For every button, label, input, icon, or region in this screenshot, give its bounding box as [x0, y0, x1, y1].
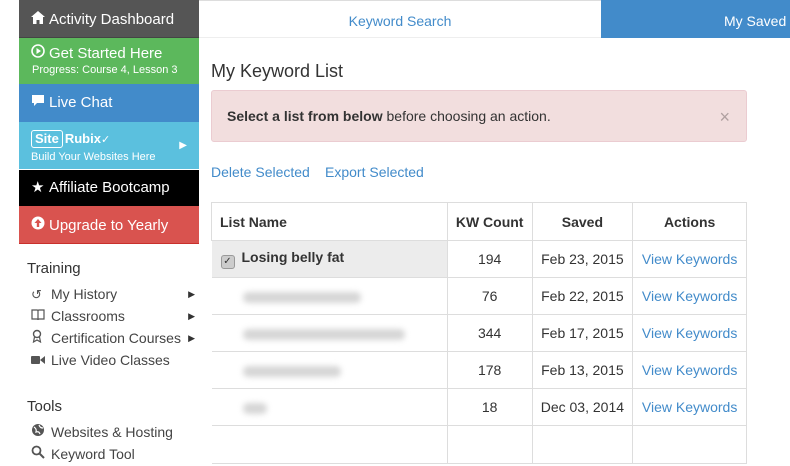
table-row[interactable]: 76 Feb 22, 2015 View Keywords — [211, 277, 747, 315]
caret-right-icon: ▶ — [188, 311, 195, 321]
kw-count-cell: 178 — [446, 351, 533, 389]
keyword-list-table: List Name KW Count Saved Actions ✓ Losing… — [211, 202, 747, 464]
get-started-button[interactable]: Get Started Here Progress: Course 4, Les… — [19, 38, 199, 84]
sidebar-item-certification-courses[interactable]: Certification Courses ▶ — [31, 328, 199, 348]
column-header-actions: Actions — [632, 202, 747, 241]
kw-count-cell: 76 — [446, 277, 533, 315]
obscured-text — [242, 402, 267, 414]
list-name-cell-obscured — [211, 277, 448, 315]
close-icon[interactable]: × — [719, 92, 730, 142]
upgrade-button[interactable]: Upgrade to Yearly — [19, 206, 199, 244]
kw-count-cell: 194 — [446, 240, 533, 278]
training-heading: Training — [27, 260, 81, 277]
tab-keyword-search[interactable]: Keyword Search — [199, 1, 601, 38]
alert-text: before choosing an action. — [382, 108, 551, 124]
chat-bubble-icon — [31, 84, 47, 122]
sidebar-item-my-history[interactable]: ↺ My History ▶ — [31, 284, 199, 304]
checkmark-icon: ✓ — [100, 134, 111, 146]
chevron-right-icon: ▶ — [179, 140, 187, 151]
alert-message: Select a list from below before choosing… — [211, 90, 747, 142]
upgrade-label: Upgrade to Yearly — [49, 217, 169, 234]
kw-count-cell: 18 — [446, 388, 533, 426]
history-icon: ↺ — [31, 287, 42, 302]
affiliate-bootcamp-button[interactable]: ★ Affiliate Bootcamp — [19, 170, 199, 206]
get-started-label: Get Started Here — [49, 45, 163, 62]
page-title: My Keyword List — [211, 61, 344, 81]
view-keywords-link[interactable]: View Keywords — [632, 240, 747, 278]
book-icon — [31, 307, 51, 327]
sidebar-item-classrooms[interactable]: Classrooms ▶ — [31, 306, 199, 326]
live-chat-button[interactable]: Live Chat — [19, 84, 199, 122]
table-header-row: List Name KW Count Saved Actions — [211, 202, 747, 241]
saved-date-cell: Dec 03, 2014 — [531, 388, 634, 426]
saved-date-cell: Feb 23, 2015 — [531, 240, 634, 278]
caret-right-icon: ▶ — [188, 333, 195, 343]
obscured-text — [242, 291, 361, 303]
activity-dashboard-label: Activity Dashboard — [49, 11, 175, 28]
view-keywords-link[interactable]: View Keywords — [632, 277, 747, 315]
caret-right-icon: ▶ — [188, 289, 195, 299]
export-selected-link[interactable]: Export Selected — [325, 164, 424, 180]
column-header-list-name[interactable]: List Name — [211, 202, 448, 241]
sidebar-item-keyword-tool[interactable]: Keyword Tool — [31, 444, 199, 464]
alert-bold-text: Select a list from below — [227, 108, 383, 124]
search-icon — [31, 445, 51, 465]
tools-heading: Tools — [27, 398, 63, 415]
column-header-saved[interactable]: Saved — [531, 202, 634, 241]
star-icon: ★ — [31, 179, 45, 196]
saved-date-cell: Feb 13, 2015 — [531, 351, 634, 389]
kw-count-cell: 344 — [446, 314, 533, 352]
table-row[interactable]: 344 Feb 17, 2015 View Keywords — [211, 314, 747, 352]
siterubix-logo: Site Rubix✓ — [31, 130, 199, 148]
sidebar-item-websites-hosting[interactable]: Websites & Hosting — [31, 422, 199, 442]
tab-my-saved-lists[interactable]: My Saved Lists — [601, 0, 790, 38]
award-icon — [31, 329, 51, 349]
video-icon — [31, 351, 51, 371]
view-keywords-link[interactable]: View Keywords — [632, 388, 747, 426]
view-keywords-link[interactable]: View Keywords — [632, 351, 747, 389]
activity-dashboard-button[interactable]: Activity Dashboard — [19, 0, 199, 38]
play-circle-icon — [31, 44, 47, 62]
siterubix-tagline: Build Your Websites Here — [31, 151, 156, 163]
table-row[interactable]: 178 Feb 13, 2015 View Keywords — [211, 351, 747, 389]
obscured-text — [242, 365, 341, 377]
globe-icon — [31, 423, 51, 443]
table-row-empty — [211, 425, 747, 464]
list-name-cell-obscured — [211, 351, 448, 389]
siterubix-button[interactable]: Site Rubix✓ Build Your Websites Here ▶ — [19, 122, 199, 169]
top-nav: Keyword Search My Saved Lists — [199, 0, 790, 38]
saved-date-cell: Feb 17, 2015 — [531, 314, 634, 352]
sidebar-item-live-video-classes[interactable]: Live Video Classes — [31, 350, 199, 370]
live-chat-label: Live Chat — [49, 94, 113, 111]
list-name-cell-obscured — [211, 314, 448, 352]
delete-selected-link[interactable]: Delete Selected — [211, 164, 310, 180]
list-name: Losing belly fat — [241, 249, 345, 265]
obscured-text — [242, 328, 405, 340]
view-keywords-link[interactable]: View Keywords — [632, 314, 747, 352]
column-header-kw-count[interactable]: KW Count — [446, 202, 533, 241]
table-row[interactable]: 18 Dec 03, 2014 View Keywords — [211, 388, 747, 426]
list-name-cell-obscured — [211, 388, 448, 426]
affiliate-bootcamp-label: Affiliate Bootcamp — [49, 179, 170, 196]
saved-date-cell: Feb 22, 2015 — [531, 277, 634, 315]
home-icon — [31, 0, 47, 40]
row-checkbox[interactable]: ✓ — [220, 255, 235, 269]
course-progress: Progress: Course 4, Lesson 3 — [32, 64, 178, 76]
up-arrow-circle-icon — [31, 206, 47, 246]
sidebar: Activity Dashboard Get Started Here Prog… — [19, 0, 199, 466]
table-row[interactable]: ✓ Losing belly fat 194 Feb 23, 2015 View … — [211, 240, 747, 278]
list-name-cell: ✓ Losing belly fat — [211, 240, 448, 278]
